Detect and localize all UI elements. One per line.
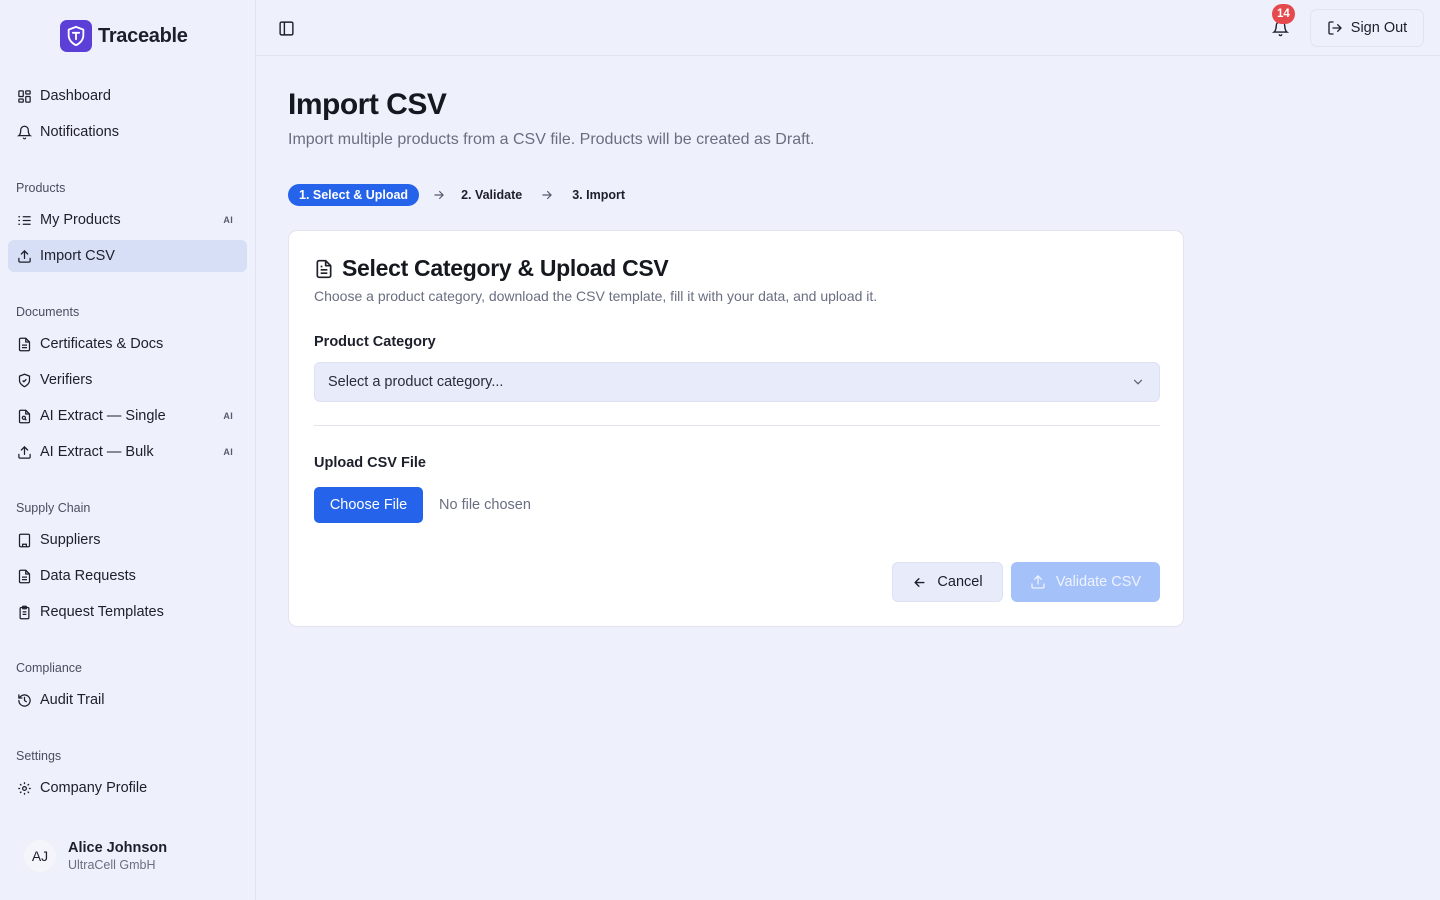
stepper: 1. Select & Upload 2. Validate 3. Import <box>288 184 627 206</box>
sidebar-item-notifications[interactable]: Notifications <box>8 116 247 148</box>
file-text-icon <box>314 259 334 279</box>
file-status: No file chosen <box>439 497 531 513</box>
divider <box>314 425 1160 426</box>
upload-card: Select Category & Upload CSV Choose a pr… <box>288 230 1184 627</box>
sidebar-item-request-templates[interactable]: Request Templates <box>8 596 247 628</box>
page-subtitle: Import multiple products from a CSV file… <box>288 131 815 148</box>
upload-icon <box>1030 574 1046 590</box>
sidebar-item-label: Import CSV <box>40 248 115 264</box>
sign-out-label: Sign Out <box>1350 20 1408 36</box>
dashboard-grid-icon <box>16 88 32 104</box>
ai-badge: AI <box>223 215 233 225</box>
user-profile[interactable]: AJ Alice Johnson UltraCell GmbH <box>24 840 167 872</box>
upload-csv-label: Upload CSV File <box>314 455 426 471</box>
sidebar-item-import-csv[interactable]: Import CSV <box>8 240 247 272</box>
cancel-label: Cancel <box>937 574 983 590</box>
section-settings: Settings <box>16 749 62 763</box>
user-org: UltraCell GmbH <box>68 858 156 872</box>
file-scan-icon <box>16 408 32 424</box>
document-icon <box>16 568 32 584</box>
product-category-select[interactable]: Select a product category... <box>314 362 1160 402</box>
avatar: AJ <box>24 840 56 872</box>
sidebar-item-my-products[interactable]: My Products AI <box>8 204 247 236</box>
upload-icon <box>16 248 32 264</box>
choose-file-button[interactable]: Choose File <box>314 487 423 523</box>
sign-out-button[interactable]: Sign Out <box>1310 9 1424 47</box>
sidebar-item-data-requests[interactable]: Data Requests <box>8 560 247 592</box>
sidebar-item-label: My Products <box>40 212 121 228</box>
section-products: Products <box>16 181 66 195</box>
list-icon <box>16 212 32 228</box>
ai-badge: AI <box>223 447 233 457</box>
section-compliance: Compliance <box>16 661 83 675</box>
sidebar-item-label: Company Profile <box>40 780 148 796</box>
section-documents: Documents <box>16 305 80 319</box>
step-select-upload: 1. Select & Upload <box>288 184 420 206</box>
upload-icon <box>16 444 32 460</box>
sidebar-item-ai-extract-bulk[interactable]: AI Extract — Bulk AI <box>8 436 247 468</box>
brand[interactable]: Traceable <box>60 20 188 52</box>
product-category-label: Product Category <box>314 334 436 350</box>
topbar: 14 Sign Out <box>256 0 1440 56</box>
sidebar-item-suppliers[interactable]: Suppliers <box>8 524 247 556</box>
log-out-icon <box>1327 20 1343 36</box>
document-icon <box>16 336 32 352</box>
shield-check-icon <box>16 372 32 388</box>
history-icon <box>16 692 32 708</box>
sidebar: Traceable Dashboard Notifications Produc… <box>0 0 256 900</box>
ai-badge: AI <box>223 411 233 421</box>
product-category-placeholder: Select a product category... <box>328 374 504 390</box>
section-supply-chain: Supply Chain <box>16 501 91 515</box>
cancel-button[interactable]: Cancel <box>892 562 1003 602</box>
user-name: Alice Johnson <box>68 840 168 856</box>
sidebar-item-label: Dashboard <box>40 88 111 104</box>
sidebar-item-label: Request Templates <box>40 604 164 620</box>
step-import: 3. Import <box>572 188 626 202</box>
page-title: Import CSV <box>288 88 447 121</box>
sidebar-item-verifiers[interactable]: Verifiers <box>8 364 247 396</box>
card-title: Select Category & Upload CSV <box>342 255 669 281</box>
sidebar-item-label: Audit Trail <box>40 692 105 708</box>
brand-name: Traceable <box>98 24 188 47</box>
traceable-logo-icon <box>60 20 92 52</box>
sidebar-toggle-icon[interactable] <box>276 18 296 38</box>
sidebar-item-audit-trail[interactable]: Audit Trail <box>8 684 247 716</box>
sidebar-item-company-profile[interactable]: Company Profile <box>8 772 247 804</box>
notification-count-badge: 14 <box>1272 4 1295 24</box>
clipboard-icon <box>16 604 32 620</box>
arrow-right-icon <box>419 188 459 202</box>
sidebar-item-label: Certificates & Docs <box>40 336 164 352</box>
bell-icon <box>16 124 32 140</box>
sidebar-item-dashboard[interactable]: Dashboard <box>8 80 247 112</box>
sidebar-item-label: Data Requests <box>40 568 136 584</box>
sidebar-item-label: Notifications <box>40 124 119 140</box>
arrow-right-icon <box>524 188 570 202</box>
validate-label: Validate CSV <box>1055 574 1142 590</box>
building-icon <box>16 532 32 548</box>
sidebar-item-label: AI Extract — Single <box>40 408 166 424</box>
sidebar-item-label: AI Extract — Bulk <box>40 444 154 460</box>
gear-icon <box>16 780 32 796</box>
sidebar-item-ai-extract-single[interactable]: AI Extract — Single AI <box>8 400 247 432</box>
sidebar-item-label: Suppliers <box>40 532 101 548</box>
sidebar-item-label: Verifiers <box>40 372 93 388</box>
card-description: Choose a product category, download the … <box>314 288 878 304</box>
chevron-down-icon <box>1133 379 1143 385</box>
arrow-left-icon <box>912 575 927 590</box>
step-validate: 2. Validate <box>461 188 523 202</box>
validate-csv-button[interactable]: Validate CSV <box>1011 562 1160 602</box>
sidebar-item-certificates[interactable]: Certificates & Docs <box>8 328 247 360</box>
